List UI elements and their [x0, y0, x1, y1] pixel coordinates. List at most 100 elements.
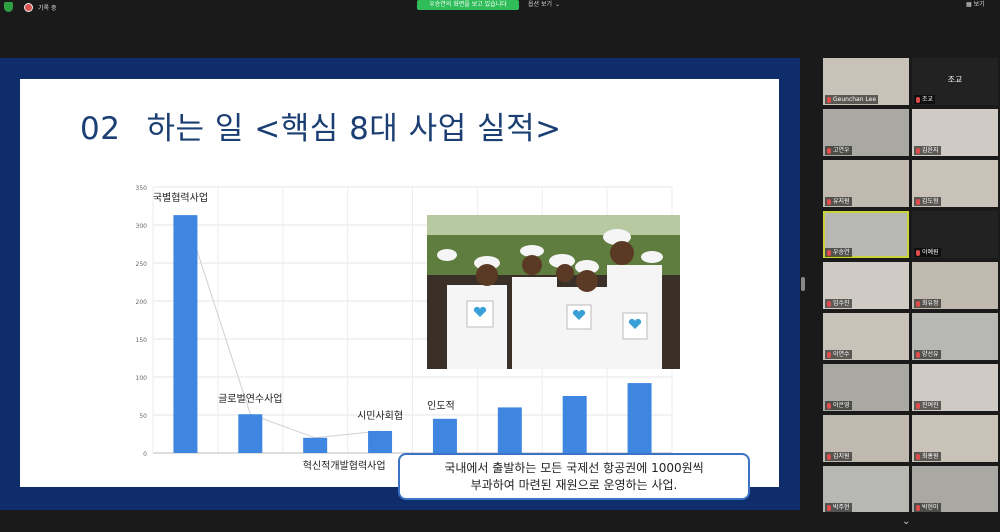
- y-tick-label: 200: [136, 299, 148, 306]
- participant-name-tag: 이연수: [825, 350, 852, 359]
- description-callout: 국내에서 출발하는 모든 국제선 항공권에 1000원씩 부과하여 마련된 재원…: [398, 453, 750, 500]
- participant-name: Geunchan Lee: [833, 96, 877, 103]
- participant-tile[interactable]: 이예원: [912, 211, 998, 258]
- participant-name: 김윤지: [922, 147, 939, 154]
- mic-muted-icon: [827, 96, 831, 103]
- participant-tile[interactable]: 박현미: [912, 466, 998, 513]
- category-label: 글로벌연수사업: [218, 392, 282, 405]
- participant-name-tag: 박현미: [914, 503, 941, 512]
- mic-muted-icon: [827, 402, 831, 409]
- participant-name: 최유정: [922, 300, 939, 307]
- participant-tile[interactable]: 이연수: [823, 313, 909, 360]
- bar: [432, 418, 457, 453]
- mic-muted-icon: [916, 147, 920, 154]
- participant-display-name: 조교: [947, 75, 963, 84]
- participant-name: 이예원: [922, 249, 939, 256]
- mic-muted-icon: [827, 504, 831, 511]
- split-view-handle[interactable]: [801, 277, 805, 291]
- mic-muted-icon: [916, 402, 920, 409]
- participant-name: 진여진: [922, 402, 939, 409]
- security-shield-icon[interactable]: [4, 2, 13, 12]
- participant-name-tag: 박주현: [825, 503, 852, 512]
- y-tick-label: 300: [136, 223, 148, 230]
- participant-name: 양선유: [922, 351, 939, 358]
- participant-tile[interactable]: 양선유: [912, 313, 998, 360]
- participant-tile[interactable]: 이은영: [823, 364, 909, 411]
- mic-muted-icon: [916, 198, 920, 205]
- bar: [303, 437, 328, 453]
- participant-tile[interactable]: 진여진: [912, 364, 998, 411]
- participant-name-tag: 최홍원: [914, 452, 941, 461]
- category-label: 국별협력사업: [153, 191, 208, 204]
- bar: [562, 396, 587, 453]
- presentation-slide: 02 하는 일 <핵심 8대 사업 실적> 0 50 100 150 200 250 300 3…: [20, 79, 779, 500]
- bar: [238, 414, 263, 453]
- participant-name-tag: 유지원: [825, 197, 852, 206]
- participant-name: 우승연: [833, 249, 850, 256]
- mic-muted-icon: [827, 300, 831, 307]
- participant-tile[interactable]: 김지원: [823, 415, 909, 462]
- zoom-window: { "topbar": { "recording_label": "기록 중",…: [0, 0, 1000, 532]
- category-label: 혁신적개발협력사업: [303, 459, 386, 472]
- participant-name-tag: 이은영: [825, 401, 852, 410]
- view-mode-label: 보기: [973, 1, 985, 8]
- mic-muted-icon: [827, 147, 831, 154]
- participant-name: 임수진: [833, 300, 850, 307]
- participant-tile[interactable]: Geunchan Lee: [823, 58, 909, 105]
- top-bar: 기록 중 우승연의 화면을 보고 있습니다 옵션 보기 ⌄ ▦ 보기: [0, 0, 1000, 16]
- participant-name: 김도형: [922, 198, 939, 205]
- participant-name: 박현미: [922, 504, 939, 511]
- slide-title-number: 02: [80, 111, 121, 147]
- participant-name: 조교: [922, 96, 934, 103]
- participant-name-tag: 김지원: [825, 452, 852, 461]
- mic-muted-icon: [916, 504, 920, 511]
- mic-muted-icon: [827, 453, 831, 460]
- slide-title: 02 하는 일 <핵심 8대 사업 실적>: [80, 103, 562, 148]
- participant-name-tag: 임수진: [825, 299, 852, 308]
- participant-tile[interactable]: 최유정: [912, 262, 998, 309]
- mic-muted-icon: [916, 453, 920, 460]
- participant-name: 유지원: [833, 198, 850, 205]
- y-tick-label: 250: [136, 261, 148, 268]
- participant-name: 이연수: [833, 351, 850, 358]
- participant-tile[interactable]: 조교 조교: [912, 58, 998, 105]
- y-tick-label: 0: [143, 451, 147, 458]
- participant-tile[interactable]: 최홍원: [912, 415, 998, 462]
- participant-name-tag: 우승연: [825, 248, 852, 257]
- participant-tile[interactable]: 고연우: [823, 109, 909, 156]
- chevron-down-icon[interactable]: ⌄: [902, 516, 910, 527]
- participant-name-tag: 고연우: [825, 146, 852, 155]
- participant-tile[interactable]: 유지원: [823, 160, 909, 207]
- participant-tile[interactable]: 김도형: [912, 160, 998, 207]
- participant-tile[interactable]: 박주현: [823, 466, 909, 513]
- participant-tile[interactable]: 김윤지: [912, 109, 998, 156]
- category-label: 인도적: [427, 400, 455, 412]
- participant-name-tag: 최유정: [914, 299, 941, 308]
- slide-title-text: 하는 일 <핵심 8대 사업 실적>: [146, 111, 562, 147]
- participant-name-tag: Geunchan Lee: [825, 95, 879, 104]
- bottom-bar: [0, 512, 1000, 532]
- y-tick-label: 150: [136, 337, 148, 344]
- record-icon: [24, 2, 33, 12]
- shared-screen: 02 하는 일 <핵심 8대 사업 실적> 0 50 100 150 200 250 300 3…: [0, 58, 800, 510]
- participant-name-tag: 이예원: [914, 248, 941, 257]
- y-tick-label: 100: [136, 375, 148, 382]
- participant-name: 이은영: [833, 402, 850, 409]
- mic-muted-icon: [827, 249, 831, 256]
- participant-tile[interactable]: 우승연: [823, 211, 909, 258]
- participant-tile[interactable]: 임수진: [823, 262, 909, 309]
- mic-muted-icon: [916, 351, 920, 358]
- bar: [368, 430, 393, 453]
- view-mode-button[interactable]: ▦ 보기: [966, 0, 985, 10]
- mic-muted-icon: [827, 198, 831, 205]
- participant-name-tag: 양선유: [914, 350, 941, 359]
- participant-gallery: Geunchan Lee 조교 조교 고연우 김윤지 유지원 김도형 우승연 이예원 임수진 최유정…: [821, 58, 1000, 513]
- y-tick-label: 50: [139, 413, 147, 420]
- chevron-down-icon: ⌄: [555, 1, 561, 8]
- participant-name-tag: 진여진: [914, 401, 941, 410]
- mic-muted-icon: [827, 351, 831, 358]
- participant-name: 고연우: [833, 147, 850, 154]
- participant-name-tag: 김도형: [914, 197, 941, 206]
- recording-indicator: 기록 중: [4, 2, 56, 12]
- view-options-button[interactable]: 옵션 보기 ⌄: [528, 0, 560, 10]
